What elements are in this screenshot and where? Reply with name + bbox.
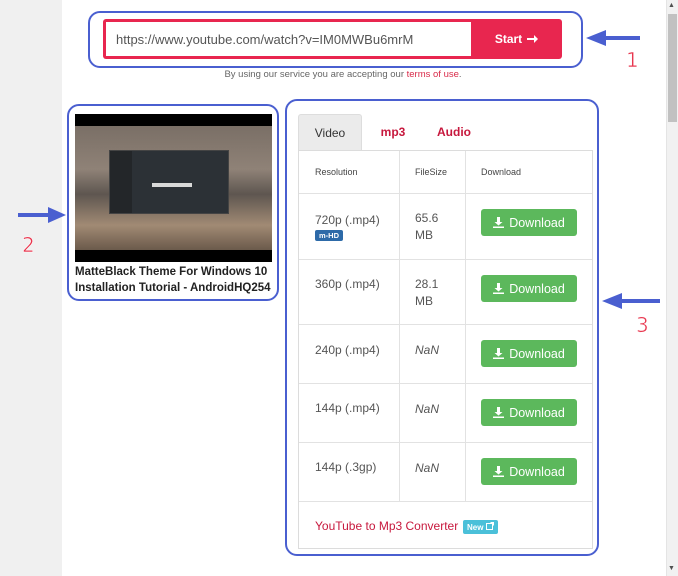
terms-link[interactable]: terms of use xyxy=(407,69,459,80)
callout-box-1 xyxy=(88,11,583,68)
terms-text: By using our service you are accepting o… xyxy=(0,69,678,80)
callout-box-2 xyxy=(67,104,279,301)
callout-number-3: 3 xyxy=(636,313,649,338)
callout-number-1: 1 xyxy=(626,48,639,73)
terms-suffix: . xyxy=(458,69,462,80)
scrollbar-thumb[interactable] xyxy=(668,14,677,122)
callout-arrow-2-icon xyxy=(18,207,66,223)
terms-prefix: By using our service you are accepting o… xyxy=(224,69,404,80)
scroll-up-icon[interactable]: ▲ xyxy=(668,2,675,9)
callout-number-2: 2 xyxy=(22,233,35,258)
scroll-down-icon[interactable]: ▼ xyxy=(668,565,675,572)
callout-box-3 xyxy=(285,99,599,556)
callout-arrow-3-icon xyxy=(602,293,660,309)
callout-arrow-1-icon xyxy=(586,30,640,46)
